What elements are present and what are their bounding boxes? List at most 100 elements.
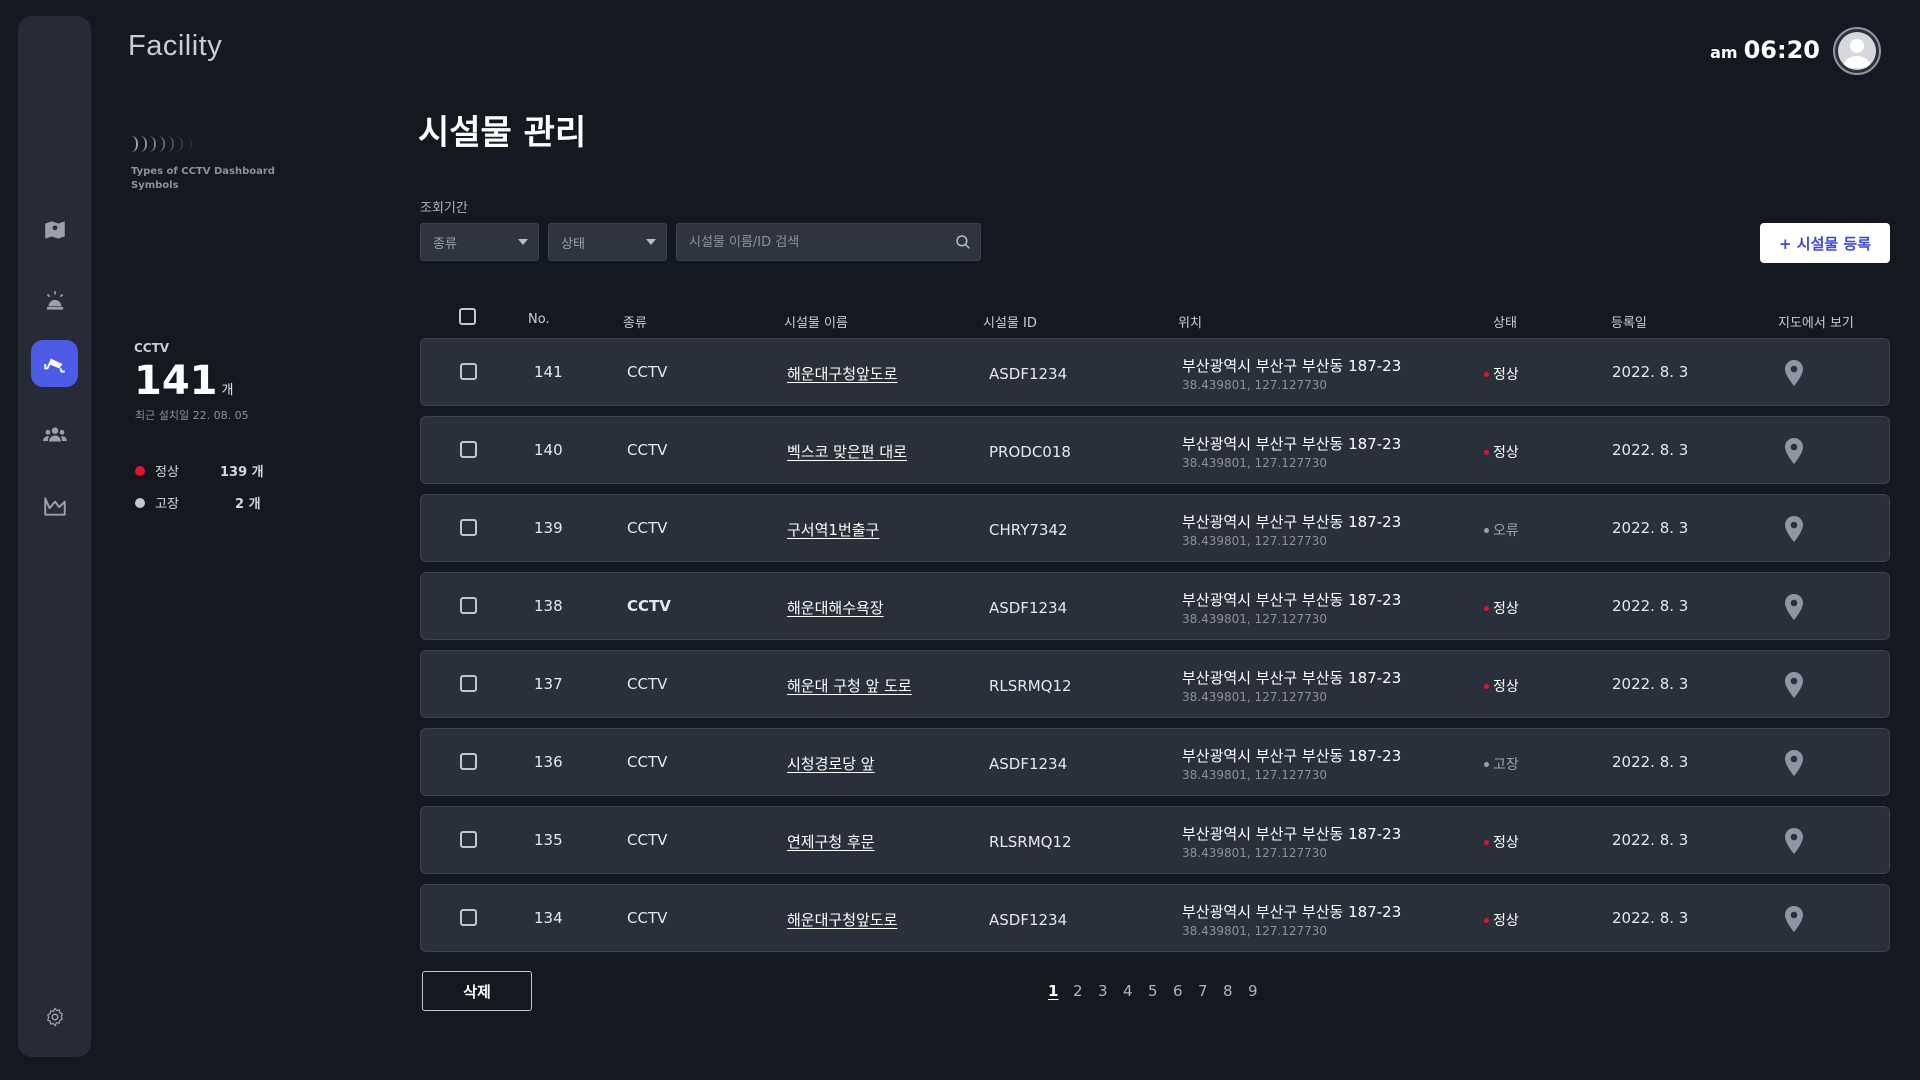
- table-row: 137 CCTV 해운대 구청 앞 도로 RLSRMQ12 부산광역시 부산구 …: [420, 650, 1890, 718]
- table-row: 140 CCTV 벡스코 맞은편 대로 PRODC018 부산광역시 부산구 부…: [420, 416, 1890, 484]
- type-select[interactable]: 종류: [420, 223, 539, 261]
- row-name-link[interactable]: 해운대해수욕장: [787, 597, 884, 618]
- status-select[interactable]: 상태: [548, 223, 667, 261]
- nav-settings[interactable]: [31, 993, 78, 1040]
- avatar[interactable]: [1833, 27, 1881, 75]
- chevron-down-icon: [518, 239, 528, 245]
- row-status: 정상: [1484, 598, 1519, 618]
- row-name-link[interactable]: 시청경로당 앞: [787, 753, 875, 774]
- row-checkbox[interactable]: [460, 909, 477, 926]
- page-link[interactable]: 4: [1123, 982, 1148, 1000]
- clock: am 06:20: [1710, 36, 1820, 64]
- table-row: 141 CCTV 해운대구청앞도로 ASDF1234 부산광역시 부산구 부산동…: [420, 338, 1890, 406]
- app-title: Facility: [128, 30, 223, 62]
- nav-facility[interactable]: [31, 340, 78, 387]
- row-address: 부산광역시 부산구 부산동 187-23: [1182, 903, 1402, 921]
- row-status: 정상: [1484, 364, 1519, 384]
- row-checkbox[interactable]: [460, 831, 477, 848]
- header-map: 지도에서 보기: [1778, 316, 1854, 331]
- row-address: 부산광역시 부산구 부산동 187-23: [1182, 747, 1402, 765]
- row-checkbox[interactable]: [460, 675, 477, 692]
- stat-total-number: 141: [134, 358, 218, 404]
- row-status-label: 고장: [1493, 757, 1519, 773]
- normal-dot-icon: [135, 465, 145, 476]
- type-select-value: 종류: [433, 236, 457, 252]
- row-address: 부산광역시 부산구 부산동 187-23: [1182, 591, 1402, 609]
- map-pin-icon[interactable]: [1782, 671, 1806, 699]
- row-id: ASDF1234: [989, 365, 1068, 383]
- stat-category: CCTV: [134, 341, 170, 355]
- row-no: 135: [534, 831, 563, 849]
- row-id: CHRY7342: [989, 521, 1068, 539]
- page-link[interactable]: 3: [1098, 982, 1123, 1000]
- map-pin-icon[interactable]: [1782, 515, 1806, 543]
- table-row: 139 CCTV 구서역1번출구 CHRY7342 부산광역시 부산구 부산동 …: [420, 494, 1890, 562]
- row-no: 137: [534, 675, 563, 693]
- map-pin-icon[interactable]: [1782, 437, 1806, 465]
- row-no: 139: [534, 519, 563, 537]
- page-link[interactable]: 7: [1198, 982, 1223, 1000]
- select-all-checkbox[interactable]: [459, 308, 476, 325]
- header-location: 위치: [1178, 316, 1202, 331]
- header-date: 등록일: [1611, 316, 1647, 331]
- row-date: 2022. 8. 3: [1612, 519, 1689, 537]
- nav-alarm[interactable]: [31, 277, 78, 324]
- row-checkbox[interactable]: [460, 753, 477, 770]
- cctv-icon: [43, 358, 65, 373]
- search-input[interactable]: [677, 224, 937, 260]
- add-facility-button[interactable]: + 시설물 등록: [1760, 223, 1890, 263]
- row-status-label: 정상: [1493, 679, 1519, 695]
- row-coord: 38.439801, 127.127730: [1182, 846, 1328, 860]
- row-type: CCTV: [627, 909, 668, 927]
- nav-map[interactable]: [31, 206, 78, 253]
- page-link[interactable]: 1: [1048, 982, 1073, 1000]
- status-dot-icon: [1484, 839, 1489, 845]
- row-status: 정상: [1484, 442, 1519, 462]
- nav-report[interactable]: [31, 482, 78, 529]
- row-name-link[interactable]: 벡스코 맞은편 대로: [787, 441, 907, 462]
- map-pin-icon[interactable]: [1782, 749, 1806, 777]
- map-pin-icon[interactable]: [1782, 593, 1806, 621]
- search-icon[interactable]: [954, 233, 972, 251]
- row-checkbox[interactable]: [460, 519, 477, 536]
- row-coord: 38.439801, 127.127730: [1182, 612, 1328, 626]
- row-status-label: 정상: [1493, 445, 1519, 461]
- map-pin-icon[interactable]: [1782, 827, 1806, 855]
- row-checkbox[interactable]: [460, 441, 477, 458]
- row-type: CCTV: [627, 597, 671, 615]
- row-checkbox[interactable]: [460, 597, 477, 614]
- stat-total-unit: 개: [221, 383, 234, 398]
- row-name-link[interactable]: 해운대구청앞도로: [787, 363, 897, 384]
- row-no: 140: [534, 441, 563, 459]
- row-type: CCTV: [627, 831, 668, 849]
- nav-users[interactable]: [31, 411, 78, 458]
- row-checkbox[interactable]: [460, 363, 477, 380]
- delete-button[interactable]: 삭제: [422, 971, 532, 1011]
- row-name-link[interactable]: 연제구청 후문: [787, 831, 875, 852]
- page-link[interactable]: 9: [1248, 982, 1273, 1000]
- header-type: 종류: [623, 316, 647, 331]
- row-name-link[interactable]: 해운대구청앞도로: [787, 909, 897, 930]
- page-link[interactable]: 2: [1073, 982, 1098, 1000]
- page-link[interactable]: 8: [1223, 982, 1248, 1000]
- map-pin-icon[interactable]: [1782, 359, 1806, 387]
- map-pin-icon[interactable]: [1782, 905, 1806, 933]
- row-name-link[interactable]: 구서역1번출구: [787, 519, 879, 540]
- row-address: 부산광역시 부산구 부산동 187-23: [1182, 435, 1402, 453]
- page-title: 시설물 관리: [418, 113, 587, 153]
- row-status: 정상: [1484, 910, 1519, 930]
- table-header: No. 종류 시설물 이름 시설물 ID 위치 상태 등록일 지도에서 보기: [420, 308, 1890, 332]
- page-link[interactable]: 6: [1173, 982, 1198, 1000]
- last-installed: 최근 설치일 22. 08. 05: [135, 409, 249, 422]
- header-id: 시설물 ID: [983, 316, 1037, 331]
- status-dot-icon: [1484, 371, 1489, 377]
- table-row: 134 CCTV 해운대구청앞도로 ASDF1234 부산광역시 부산구 부산동…: [420, 884, 1890, 952]
- row-type: CCTV: [627, 363, 668, 381]
- row-no: 141: [534, 363, 563, 381]
- user-icon: [1838, 32, 1876, 70]
- row-name-link[interactable]: 해운대 구청 앞 도로: [787, 675, 912, 696]
- page-link[interactable]: 5: [1148, 982, 1173, 1000]
- table-row: 136 CCTV 시청경로당 앞 ASDF1234 부산광역시 부산구 부산동 …: [420, 728, 1890, 796]
- row-coord: 38.439801, 127.127730: [1182, 768, 1328, 782]
- filter-label: 조회기간: [420, 201, 468, 216]
